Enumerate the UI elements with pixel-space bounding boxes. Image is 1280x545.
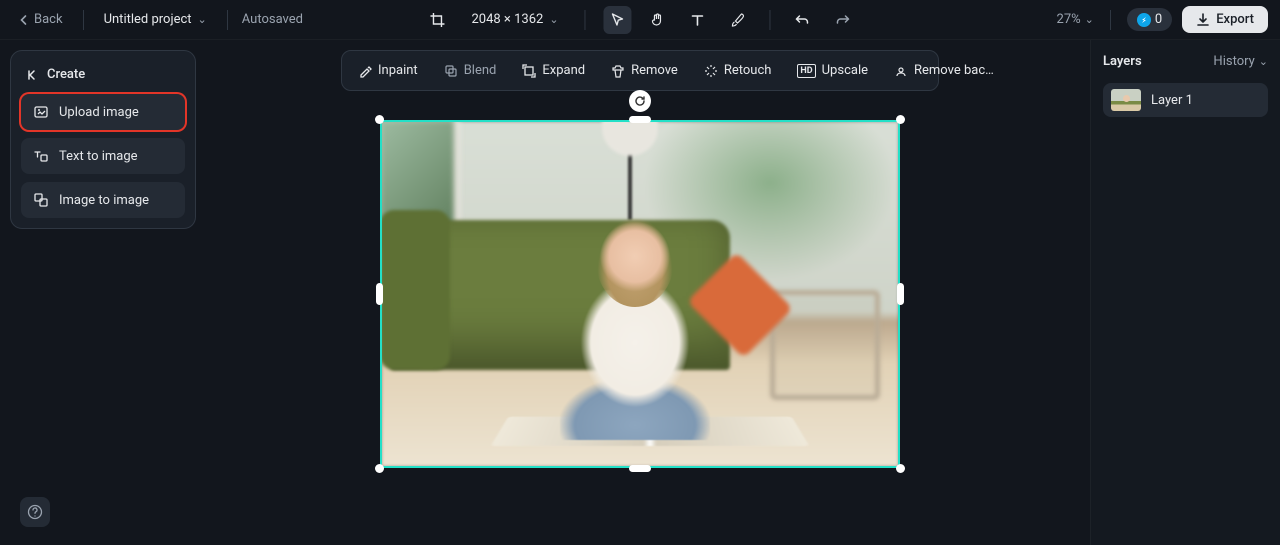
blend-button[interactable]: Blend xyxy=(432,55,509,86)
top-bar: Back Untitled project ⌄ Autosaved 2048 ×… xyxy=(0,0,1280,40)
layers-title: Layers xyxy=(1103,54,1142,69)
layer-item[interactable]: Layer 1 xyxy=(1103,83,1268,117)
remove-label: Remove xyxy=(631,63,678,78)
create-header: Create xyxy=(21,61,185,94)
inpaint-label: Inpaint xyxy=(378,63,418,78)
history-dropdown[interactable]: History ⌄ xyxy=(1213,54,1268,69)
text-icon xyxy=(690,12,706,28)
separator xyxy=(770,10,771,30)
collapse-icon[interactable] xyxy=(25,68,39,82)
separator xyxy=(227,10,228,30)
layer-name: Layer 1 xyxy=(1151,93,1193,108)
hand-icon xyxy=(650,12,666,28)
create-sidebar: Create Upload image Text to image Image … xyxy=(10,50,196,229)
resize-handle-ne[interactable] xyxy=(896,115,905,124)
resize-handle-e[interactable] xyxy=(897,283,904,305)
layer-thumbnail xyxy=(1111,89,1141,111)
inpaint-button[interactable]: Inpaint xyxy=(346,55,430,86)
expand-button[interactable]: Expand xyxy=(510,55,597,86)
text-to-image-icon xyxy=(33,148,49,164)
chevron-down-icon: ⌄ xyxy=(1085,13,1094,26)
blend-label: Blend xyxy=(464,63,497,78)
image-to-image-icon xyxy=(33,192,49,208)
create-label: Create xyxy=(47,67,85,82)
project-name-dropdown[interactable]: Untitled project ⌄ xyxy=(98,8,213,31)
resize-handle-nw[interactable] xyxy=(375,115,384,124)
hand-tool[interactable] xyxy=(644,6,672,34)
autosave-status: Autosaved xyxy=(242,12,303,27)
redo-button[interactable] xyxy=(829,6,857,34)
expand-label: Expand xyxy=(542,63,585,78)
canvas-size-button[interactable] xyxy=(423,6,451,34)
crop-icon xyxy=(429,12,445,28)
remove-background-button[interactable]: Remove back… xyxy=(882,55,1006,86)
inpaint-icon xyxy=(358,64,372,78)
credits-badge-icon xyxy=(1137,13,1151,27)
download-icon xyxy=(1196,13,1210,27)
canvas-dimensions-dropdown[interactable]: 2048 × 1362 ⌄ xyxy=(463,8,566,31)
remove-bg-icon xyxy=(894,64,908,78)
text-to-image-button[interactable]: Text to image xyxy=(21,138,185,174)
expand-icon xyxy=(522,64,536,78)
image-to-image-button[interactable]: Image to image xyxy=(21,182,185,218)
back-button[interactable]: Back xyxy=(12,8,69,31)
brush-icon xyxy=(730,12,746,28)
chevron-left-icon xyxy=(18,14,30,26)
layers-panel: Layers History ⌄ Layer 1 xyxy=(1090,40,1280,545)
text-tool[interactable] xyxy=(684,6,712,34)
credits-value: 0 xyxy=(1155,12,1162,27)
hd-icon: HD xyxy=(797,64,815,78)
chevron-down-icon: ⌄ xyxy=(1259,55,1268,68)
rotate-icon xyxy=(634,95,646,107)
chevron-down-icon: ⌄ xyxy=(198,13,207,26)
upload-image-button[interactable]: Upload image xyxy=(21,94,185,130)
undo-button[interactable] xyxy=(789,6,817,34)
resize-handle-w[interactable] xyxy=(376,283,383,305)
remove-bg-label: Remove back… xyxy=(914,63,994,78)
text-to-image-label: Text to image xyxy=(59,149,138,164)
layers-panel-header: Layers History ⌄ xyxy=(1103,54,1268,69)
image-to-image-label: Image to image xyxy=(59,193,149,208)
separator xyxy=(1110,10,1111,30)
upscale-label: Upscale xyxy=(822,63,868,78)
redo-icon xyxy=(835,12,851,28)
upload-image-icon xyxy=(33,104,49,120)
cursor-icon xyxy=(610,12,626,28)
resize-handle-n[interactable] xyxy=(629,116,651,123)
project-name: Untitled project xyxy=(104,12,192,27)
canvas-dimensions: 2048 × 1362 xyxy=(471,12,543,27)
selection-frame xyxy=(380,120,900,468)
retouch-label: Retouch xyxy=(724,63,772,78)
resize-handle-s[interactable] xyxy=(629,465,651,472)
rotate-handle[interactable] xyxy=(629,90,651,112)
separator xyxy=(585,10,586,30)
upload-image-label: Upload image xyxy=(59,105,139,120)
undo-icon xyxy=(795,12,811,28)
select-tool[interactable] xyxy=(604,6,632,34)
upscale-button[interactable]: HD Upscale xyxy=(785,55,880,86)
resize-handle-se[interactable] xyxy=(896,464,905,473)
zoom-value: 27% xyxy=(1057,12,1081,27)
help-button[interactable] xyxy=(20,497,50,527)
remove-button[interactable]: Remove xyxy=(599,55,690,86)
canvas-selection[interactable] xyxy=(380,120,900,468)
blend-icon xyxy=(444,64,458,78)
separator xyxy=(83,10,84,30)
top-right-controls: 27% ⌄ 0 Export xyxy=(1057,6,1268,33)
help-icon xyxy=(27,504,43,520)
brush-tool[interactable] xyxy=(724,6,752,34)
remove-icon xyxy=(611,64,625,78)
context-toolbar: Inpaint Blend Expand Remove Retouch HD U… xyxy=(341,50,939,91)
retouch-icon xyxy=(704,64,718,78)
export-label: Export xyxy=(1216,12,1254,27)
credits-pill[interactable]: 0 xyxy=(1127,8,1172,31)
history-label: History xyxy=(1213,54,1254,69)
chevron-down-icon: ⌄ xyxy=(549,13,558,26)
export-button[interactable]: Export xyxy=(1182,6,1268,33)
back-label: Back xyxy=(34,12,63,27)
retouch-button[interactable]: Retouch xyxy=(692,55,784,86)
resize-handle-sw[interactable] xyxy=(375,464,384,473)
top-center-tools: 2048 × 1362 ⌄ xyxy=(423,6,856,34)
zoom-dropdown[interactable]: 27% ⌄ xyxy=(1057,12,1094,27)
